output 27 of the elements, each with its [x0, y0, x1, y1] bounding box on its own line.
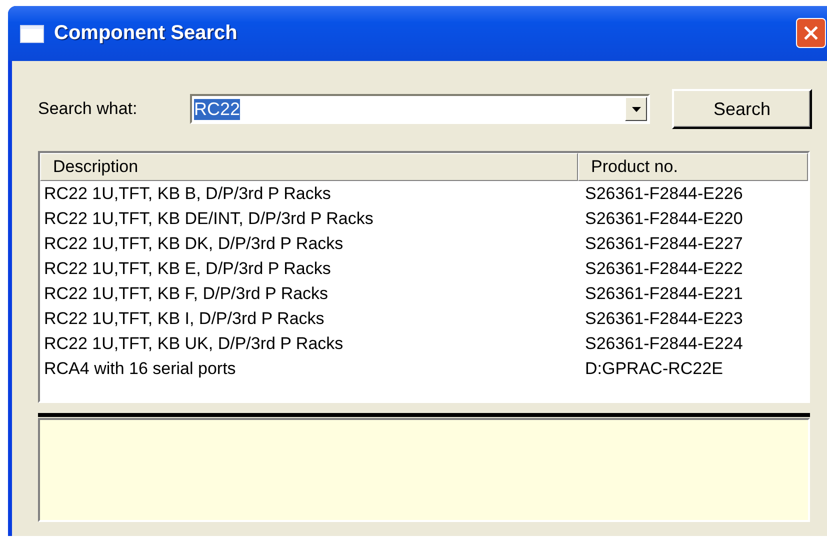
- table-cell-text: RC22 1U,TFT, KB DE/INT, D/P/3rd P Racks: [43, 208, 374, 228]
- window-title: Component Search: [54, 22, 238, 45]
- table-cell-text: S26361-F2844-E227: [584, 234, 743, 254]
- table-cell-text: RC22 1U,TFT, KB F, D/P/3rd P Racks: [43, 284, 330, 304]
- table-cell-text: RC22 1U,TFT, KB DK, D/P/3rd P Racks: [43, 234, 344, 254]
- table-cell-text: D:GPRAC-RC22E: [584, 358, 723, 378]
- window-icon: [20, 24, 44, 42]
- table-cell-text: S26361-F2844-E226: [584, 184, 743, 204]
- table-cell-text: RC22 1U,TFT, KB I, D/P/3rd P Racks: [43, 308, 326, 328]
- column-header[interactable]: Description: [40, 153, 578, 181]
- table-cell-text: RCA4 with 16 serial ports: [43, 358, 237, 378]
- caret-icon: [632, 106, 640, 112]
- dropdown-button[interactable]: [625, 97, 647, 121]
- table-cell-text: S26361-F2844-E221: [584, 284, 743, 304]
- close-button[interactable]: [796, 18, 826, 48]
- search-button[interactable]: Search: [672, 89, 812, 129]
- column-header[interactable]: Product no.: [578, 153, 808, 181]
- search-label: Search what:: [38, 99, 138, 119]
- table-cell-text: S26361-F2844-E220: [584, 208, 743, 228]
- table-cell-text: RC22 1U,TFT, KB UK, D/P/3rd P Racks: [43, 334, 344, 354]
- search-combo-box[interactable]: RC22: [190, 94, 650, 124]
- close-icon: [803, 25, 819, 41]
- table-cell-text: RC22 1U,TFT, KB E, D/P/3rd P Racks: [43, 258, 332, 278]
- table-cell-text: S26361-F2844-E224: [584, 334, 743, 354]
- table-cell-text: RC22 1U,TFT, KB B, D/P/3rd P Racks: [43, 184, 332, 204]
- table-cell-text: S26361-F2844-E223: [584, 308, 743, 328]
- table-cell-text: S26361-F2844-E222: [584, 258, 743, 278]
